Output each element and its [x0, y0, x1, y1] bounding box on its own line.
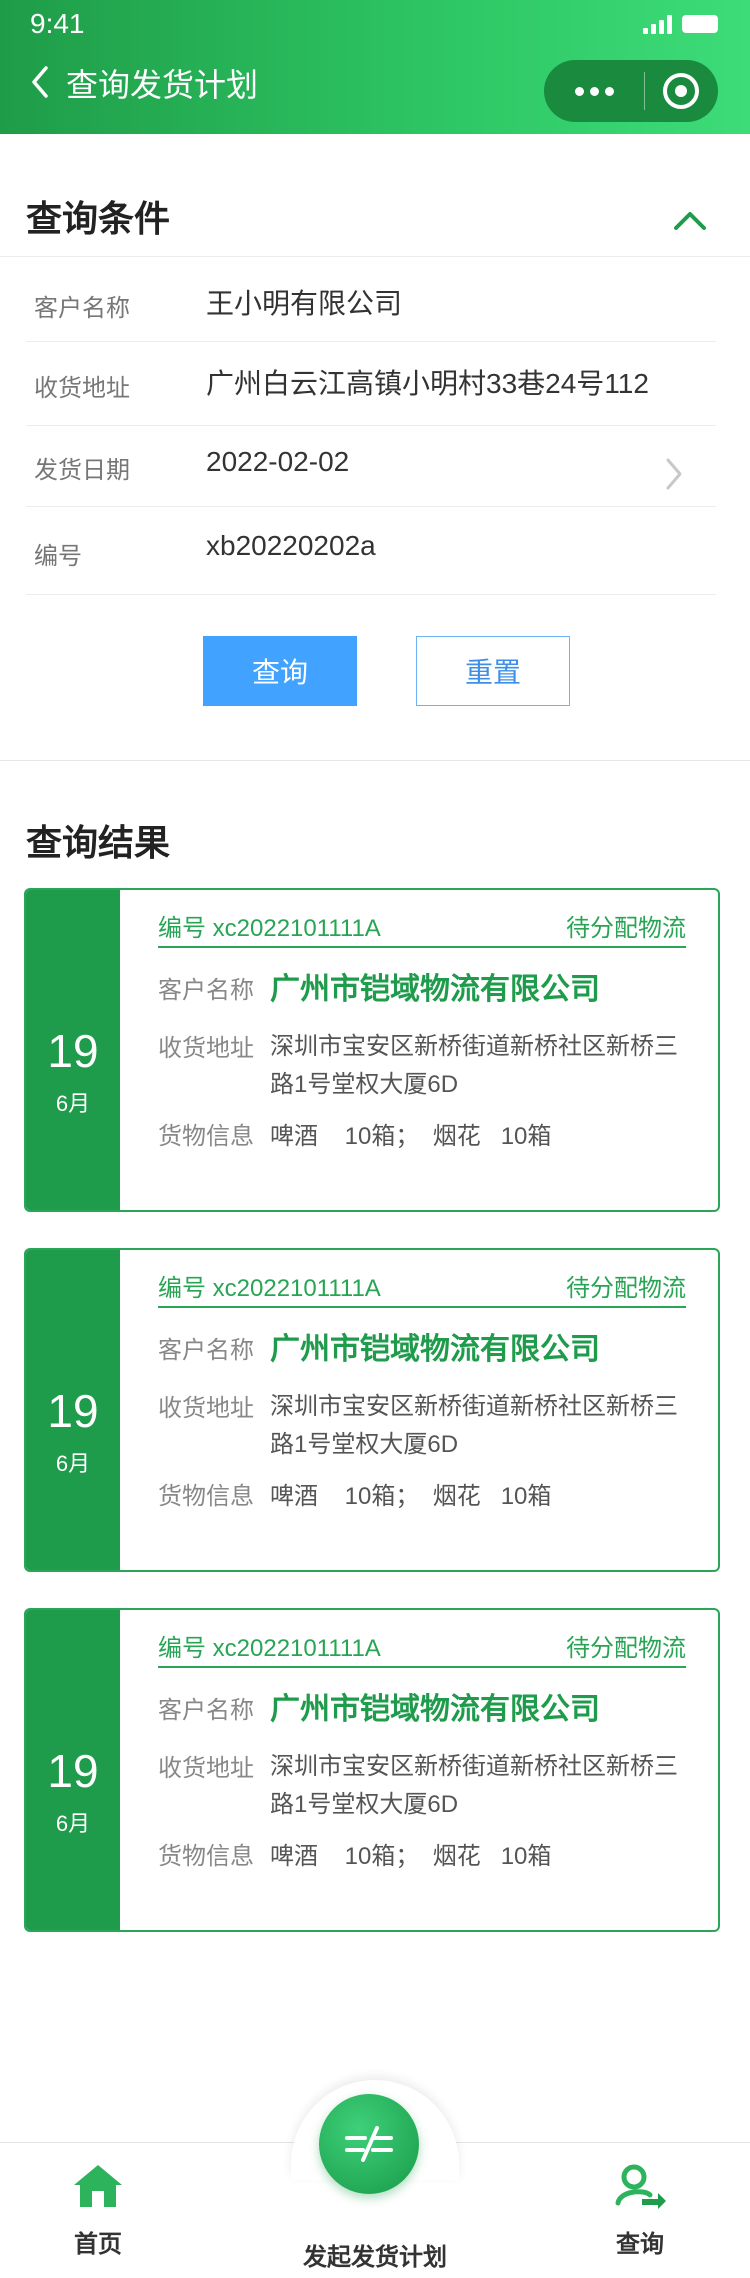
card-day: 19	[47, 1745, 99, 1797]
result-card[interactable]: 19 6月 编号 xc2022101111A 待分配物流 客户名称 广州市铠域物…	[24, 888, 720, 1212]
status-time: 9:41	[30, 8, 85, 39]
create-plan-icon	[345, 2126, 393, 2162]
card-header: 编号 xc2022101111A 待分配物流	[158, 1624, 686, 1668]
address-label: 收货地址	[34, 375, 130, 402]
card-header: 编号 xc2022101111A 待分配物流	[158, 1264, 686, 1308]
address-value: 深圳市宝安区新桥街道新桥社区新桥三路1号堂权大厦6D	[270, 1393, 678, 1458]
status-badge: 待分配物流	[566, 1635, 686, 1662]
goods-value: 啤酒 10箱； 烟花 10箱	[270, 1843, 552, 1870]
card-number: 编号 xc2022101111A	[158, 1275, 381, 1302]
app-header: 9:41 查询发货计划	[0, 0, 750, 134]
card-month: 6月	[55, 1451, 91, 1476]
result-card[interactable]: 19 6月 编号 xc2022101111A 待分配物流 客户名称 广州市铠域物…	[24, 1608, 720, 1932]
ship-date-picker[interactable]: 2022-02-02	[206, 446, 349, 478]
card-header: 编号 xc2022101111A 待分配物流	[158, 904, 686, 948]
card-date-block: 19 6月	[26, 1610, 120, 1930]
address-label: 收货地址	[158, 1755, 254, 1782]
back-button[interactable]	[26, 62, 56, 102]
tab-query-label: 查询	[616, 2231, 664, 2258]
number-input[interactable]: xb20220202a	[206, 530, 376, 562]
address-field[interactable]: 收货地址 广州白云江高镇小明村33巷24号112	[26, 344, 716, 424]
customer-label: 客户名称	[158, 1697, 254, 1724]
goods-value: 啤酒 10箱； 烟花 10箱	[270, 1123, 552, 1150]
home-icon	[74, 2165, 122, 2207]
query-user-icon	[615, 2164, 666, 2209]
result-card[interactable]: 19 6月 编号 xc2022101111A 待分配物流 客户名称 广州市铠域物…	[24, 1248, 720, 1572]
card-date-block: 19 6月	[26, 1250, 120, 1570]
customer-name: 广州市铠域物流有限公司	[270, 1693, 600, 1726]
customer-label: 客户名称	[158, 1337, 254, 1364]
results-section-title: 查询结果	[26, 822, 171, 863]
address-label: 收货地址	[158, 1035, 254, 1062]
tab-home[interactable]: 首页	[60, 2163, 136, 2259]
tab-create-plan-label: 发起发货计划	[303, 2244, 447, 2271]
address-input[interactable]: 广州白云江高镇小明村33巷24号112	[206, 362, 649, 402]
more-dots-icon	[574, 86, 584, 96]
status-badge: 待分配物流	[566, 915, 686, 942]
chevron-up-icon[interactable]	[670, 200, 710, 240]
address-label: 收货地址	[158, 1395, 254, 1422]
divider	[26, 506, 716, 507]
customer-name-label: 客户名称	[34, 295, 130, 322]
address-value: 深圳市宝安区新桥街道新桥社区新桥三路1号堂权大厦6D	[270, 1033, 678, 1098]
number-field[interactable]: 编号 xb20220202a	[26, 512, 716, 592]
page-title: 查询发货计划	[66, 67, 259, 103]
divider	[26, 341, 716, 342]
chevron-left-icon	[32, 66, 48, 98]
card-date-block: 19 6月	[26, 890, 120, 1210]
ship-date-label: 发货日期	[34, 457, 130, 484]
goods-label: 货物信息	[158, 1483, 254, 1510]
close-capsule-button[interactable]	[645, 60, 717, 122]
target-icon	[663, 73, 699, 109]
query-section-title: 查询条件	[26, 198, 171, 239]
card-day: 19	[47, 1385, 99, 1437]
divider	[26, 594, 716, 595]
divider	[0, 256, 750, 257]
signal-icon	[643, 14, 672, 34]
number-label: 编号	[34, 543, 82, 570]
card-number: 编号 xc2022101111A	[158, 1635, 381, 1662]
card-number: 编号 xc2022101111A	[158, 915, 381, 942]
battery-icon	[682, 15, 718, 33]
customer-name: 广州市铠域物流有限公司	[270, 973, 600, 1006]
mini-program-capsule	[544, 60, 718, 122]
status-badge: 待分配物流	[566, 1275, 686, 1302]
status-icons	[643, 14, 718, 34]
address-value: 深圳市宝安区新桥街道新桥社区新桥三路1号堂权大厦6D	[270, 1753, 678, 1818]
tab-home-label: 首页	[74, 2231, 122, 2258]
chevron-right-icon	[666, 458, 682, 490]
ship-date-field[interactable]: 发货日期 2022-02-02	[26, 426, 716, 506]
create-plan-button[interactable]	[319, 2094, 419, 2194]
goods-value: 啤酒 10箱； 烟花 10箱	[270, 1483, 552, 1510]
customer-name: 广州市铠域物流有限公司	[270, 1333, 600, 1366]
goods-label: 货物信息	[158, 1843, 254, 1870]
customer-label: 客户名称	[158, 977, 254, 1004]
customer-name-field[interactable]: 客户名称 王小明有限公司	[26, 264, 716, 344]
more-button[interactable]	[544, 60, 644, 122]
card-month: 6月	[55, 1811, 91, 1836]
customer-name-input[interactable]: 王小明有限公司	[206, 282, 402, 322]
card-month: 6月	[55, 1091, 91, 1116]
section-divider	[0, 760, 750, 761]
tab-query[interactable]: 查询	[602, 2163, 678, 2259]
goods-label: 货物信息	[158, 1123, 254, 1150]
reset-button[interactable]: 重置	[416, 636, 570, 706]
search-button[interactable]: 查询	[203, 636, 357, 706]
card-day: 19	[47, 1025, 99, 1077]
tab-create-plan[interactable]: 发起发货计划	[280, 2227, 470, 2272]
